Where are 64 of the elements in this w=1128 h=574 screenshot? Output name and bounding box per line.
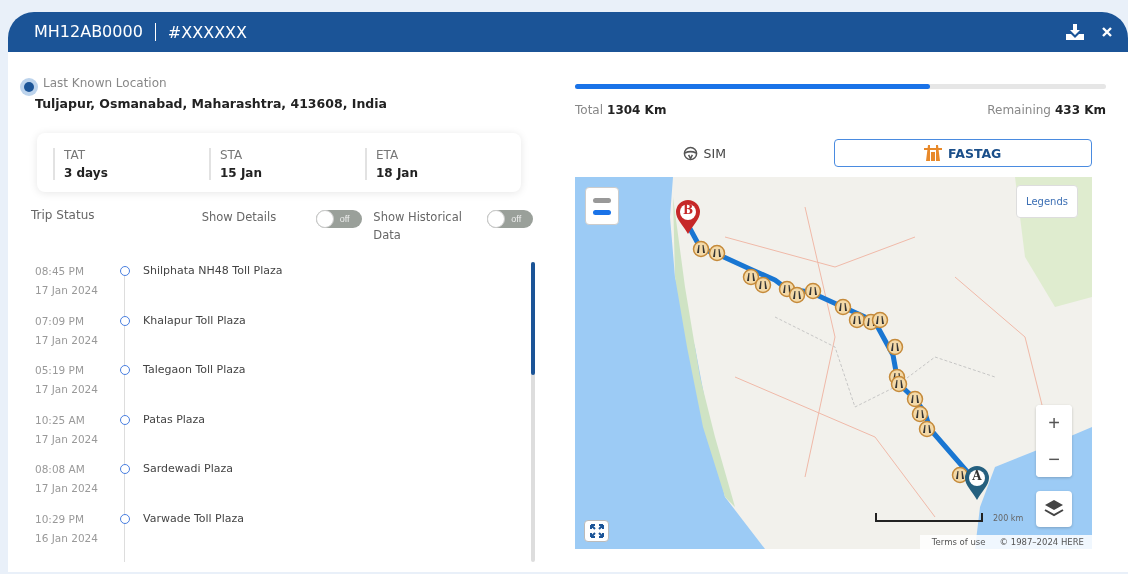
fullscreen-button[interactable] xyxy=(584,520,609,542)
timeline-dot-icon xyxy=(120,315,130,326)
event-date: 16 Jan 2024 xyxy=(35,530,99,546)
scrollbar[interactable] xyxy=(531,262,535,562)
layers-button[interactable] xyxy=(1036,491,1072,527)
event-place: Shilphata NH48 Toll Plaza xyxy=(143,263,283,279)
event-date: 17 Jan 2024 xyxy=(35,481,99,496)
copyright-text: © 1987–2024 HERE xyxy=(999,537,1084,547)
remaining-label: Remaining xyxy=(987,103,1051,117)
stat-value: 15 Jan xyxy=(220,166,263,180)
close-icon xyxy=(1102,27,1112,37)
event-time: 05:19 PM xyxy=(35,363,85,378)
location-dot-icon xyxy=(24,82,34,92)
event-place: Khalapur Toll Plaza xyxy=(143,312,246,329)
timeline-dot-icon xyxy=(120,365,130,375)
map-type-button[interactable] xyxy=(585,187,619,225)
remaining-distance: 433 Km xyxy=(1054,103,1106,117)
timeline-dot-icon xyxy=(120,464,130,474)
event-place: Varwade Toll Plaza xyxy=(143,510,245,527)
scale-label: 200 km xyxy=(993,514,1024,523)
stat-label: TAT xyxy=(64,148,86,162)
expand-icon xyxy=(589,524,604,538)
download-icon xyxy=(1066,24,1084,40)
event-time: 10:25 AM xyxy=(35,412,86,428)
event-time: 07:09 PM xyxy=(35,313,85,329)
zoom-out-button[interactable]: − xyxy=(1036,441,1072,477)
steering-wheel-icon xyxy=(682,145,698,161)
event-date: 17 Jan 2024 xyxy=(35,332,99,348)
highway-icon xyxy=(924,145,943,161)
event-time: 10:29 PM xyxy=(35,511,85,527)
stat-label: ETA xyxy=(376,148,400,162)
event-date: 17 Jan 2024 xyxy=(35,382,99,397)
total-distance: 1304 Km xyxy=(607,103,667,117)
event-place: Patas Plaza xyxy=(143,411,206,428)
timeline-dot-icon xyxy=(120,414,130,425)
scrollbar-thumb[interactable] xyxy=(531,262,535,375)
event-time: 08:08 AM xyxy=(35,462,86,477)
legends-button[interactable]: Legends xyxy=(1016,185,1078,218)
event-date: 17 Jan 2024 xyxy=(35,431,99,447)
toggle-label: Show Historical Data xyxy=(373,209,463,244)
event-place: Talegaon Toll Plaza xyxy=(143,362,246,378)
event-date: 17 Jan 2024 xyxy=(35,283,99,298)
total-label: Total xyxy=(575,103,604,117)
start-marker[interactable]: A xyxy=(964,465,990,501)
source-tab[interactable]: FASTAG xyxy=(833,139,1092,167)
event-place: Sardewadi Plaza xyxy=(143,461,234,477)
zoom-in-button[interactable]: + xyxy=(1036,405,1072,441)
toggle-label: Show Details xyxy=(201,209,278,226)
stat-label: STA xyxy=(220,148,244,162)
end-marker[interactable]: B xyxy=(675,199,701,235)
close-button[interactable] xyxy=(1100,25,1114,39)
trip-id: #XXXXXX xyxy=(167,22,247,42)
stat-value: 18 Jan xyxy=(376,166,419,180)
download-button[interactable] xyxy=(1064,22,1086,42)
location-label: Last Known Location xyxy=(43,76,168,90)
layers-toggle-icon xyxy=(592,195,612,217)
terms-link[interactable]: Terms of use xyxy=(931,537,986,547)
timeline-dot-icon xyxy=(120,513,130,524)
vehicle-number: MH12AB0000 xyxy=(34,23,156,41)
timeline-dot-icon xyxy=(120,266,130,276)
event-time: 08:45 PM xyxy=(35,264,85,279)
stat-value: 3 days xyxy=(64,166,109,180)
location-address: Tuljapur, Osmanabad, Maharashtra, 413608, India xyxy=(35,96,387,111)
trip-status-title: Trip Status xyxy=(31,208,96,224)
